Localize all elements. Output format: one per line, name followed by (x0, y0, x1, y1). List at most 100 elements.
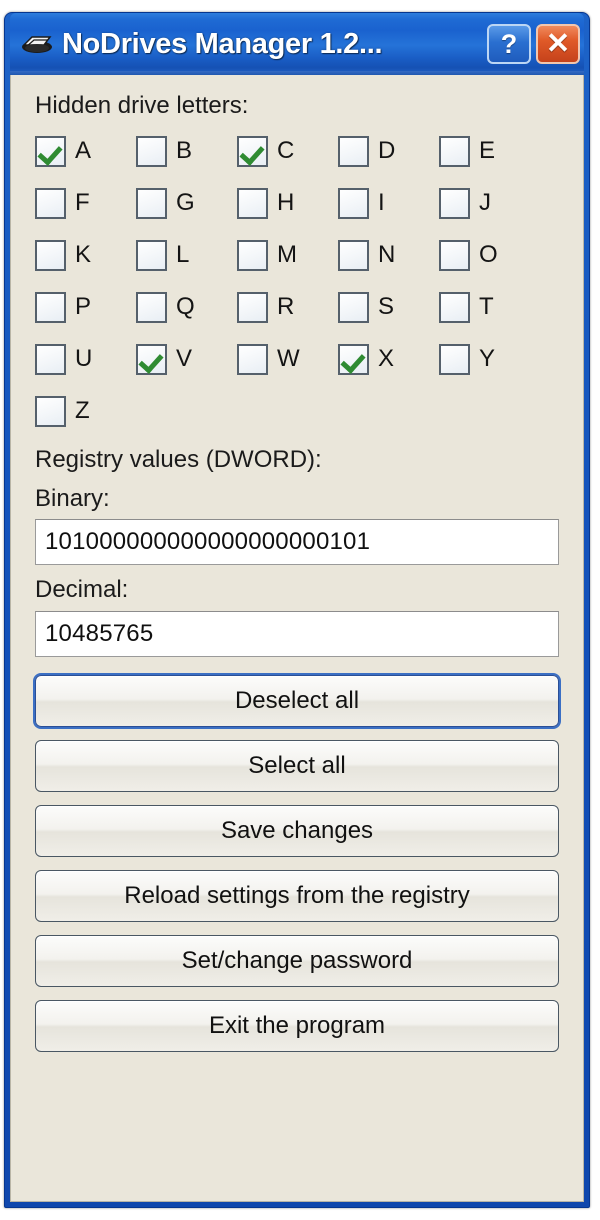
button-save-changes[interactable]: Save changes (35, 804, 559, 857)
drive-letter-label: L (176, 241, 190, 269)
drive-icon (20, 31, 54, 57)
checkbox-unchecked-icon[interactable] (338, 187, 369, 219)
checkbox-unchecked-icon[interactable] (439, 187, 470, 219)
drive-letter-label: W (277, 345, 300, 373)
drive-checkbox-l[interactable]: L (136, 235, 237, 275)
checkbox-unchecked-icon[interactable] (136, 187, 167, 219)
drive-checkbox-z[interactable]: Z (35, 391, 136, 431)
button-deselect-all[interactable]: Deselect all (35, 674, 559, 727)
application-window: NoDrives Manager 1.2... ? ✕ Hidden drive… (4, 12, 590, 1208)
drive-checkbox-j[interactable]: J (439, 183, 540, 223)
button-label: Save changes (220, 816, 374, 844)
drive-checkbox-d[interactable]: D (338, 131, 439, 171)
drive-checkbox-q[interactable]: Q (136, 287, 237, 327)
drive-checkbox-n[interactable]: N (338, 235, 439, 275)
drive-checkbox-f[interactable]: F (35, 183, 136, 223)
title-bar[interactable]: NoDrives Manager 1.2... ? ✕ (10, 13, 584, 75)
drive-checkbox-e[interactable]: E (439, 131, 540, 171)
checkbox-unchecked-icon[interactable] (237, 343, 268, 375)
drive-letter-label: D (378, 137, 396, 165)
binary-label: Binary: (35, 484, 110, 512)
drive-checkbox-m[interactable]: M (237, 235, 338, 275)
drive-checkbox-o[interactable]: O (439, 235, 540, 275)
drive-letter-label: B (176, 137, 193, 165)
drive-checkbox-h[interactable]: H (237, 183, 338, 223)
action-button-stack: Deselect all Select all Save changes Reload… (35, 674, 559, 1052)
button-exit-the-program[interactable]: Exit the program (35, 999, 559, 1052)
checkbox-unchecked-icon[interactable] (35, 395, 66, 427)
button-select-all[interactable]: Select all (35, 739, 559, 792)
help-button-label: ? (500, 28, 518, 59)
checkbox-unchecked-icon[interactable] (439, 135, 470, 167)
drive-letter-label: A (75, 137, 92, 165)
drive-checkbox-s[interactable]: S (338, 287, 439, 327)
drive-letter-label: S (378, 293, 395, 321)
button-reload-settings-from-the-registry[interactable]: Reload settings from the registry (35, 869, 559, 922)
drive-letter-label: Q (176, 293, 195, 321)
drive-letter-label: H (277, 189, 295, 217)
drive-letter-label: X (378, 345, 395, 373)
button-set-change-password[interactable]: Set/change password (35, 934, 559, 987)
drive-checkbox-p[interactable]: P (35, 287, 136, 327)
button-label: Exit the program (208, 1011, 386, 1039)
button-label: Set/change password (181, 946, 413, 974)
drive-letter-label: T (479, 293, 494, 321)
drive-checkbox-a[interactable]: A (35, 131, 136, 171)
checkbox-unchecked-icon[interactable] (338, 135, 369, 167)
drive-checkbox-y[interactable]: Y (439, 339, 540, 379)
hidden-drives-heading: Hidden drive letters: (35, 92, 249, 119)
drive-checkbox-v[interactable]: V (136, 339, 237, 379)
decimal-input[interactable]: 10485765 (35, 610, 559, 657)
drive-checkbox-u[interactable]: U (35, 339, 136, 379)
checkbox-unchecked-icon[interactable] (35, 291, 66, 323)
checkbox-checked-icon[interactable] (136, 343, 167, 375)
checkbox-unchecked-icon[interactable] (439, 291, 470, 323)
drive-letter-label: V (176, 345, 193, 373)
drive-letter-label: Z (75, 397, 90, 425)
decimal-label: Decimal: (35, 576, 129, 604)
checkbox-unchecked-icon[interactable] (35, 343, 66, 375)
checkbox-unchecked-icon[interactable] (338, 239, 369, 271)
checkbox-unchecked-icon[interactable] (136, 239, 167, 271)
close-icon: ✕ (545, 27, 571, 60)
checkbox-checked-icon[interactable] (35, 135, 66, 167)
window-title: NoDrives Manager 1.2... (62, 28, 383, 60)
drive-letter-label: M (277, 241, 297, 269)
drive-checkbox-b[interactable]: B (136, 131, 237, 171)
checkbox-checked-icon[interactable] (237, 135, 268, 167)
checkbox-unchecked-icon[interactable] (136, 291, 167, 323)
drive-letter-label: J (479, 189, 491, 217)
drive-letter-label: F (75, 189, 90, 217)
checkbox-unchecked-icon[interactable] (35, 187, 66, 219)
drive-letter-label: K (75, 241, 92, 269)
drive-letter-label: E (479, 137, 496, 165)
checkbox-unchecked-icon[interactable] (136, 135, 167, 167)
help-button[interactable]: ? (487, 24, 531, 64)
drive-checkbox-c[interactable]: C (237, 131, 338, 171)
drive-letter-label: U (75, 345, 93, 373)
checkbox-unchecked-icon[interactable] (439, 343, 470, 375)
drive-checkbox-t[interactable]: T (439, 287, 540, 327)
drive-checkbox-x[interactable]: X (338, 339, 439, 379)
drive-letter-label: C (277, 137, 295, 165)
button-label: Reload settings from the registry (124, 881, 470, 909)
drive-letter-grid: A B C D E F G H I J K L M N O P Q R S T U V W X Y Z (35, 131, 559, 431)
drive-checkbox-g[interactable]: G (136, 183, 237, 223)
drive-checkbox-k[interactable]: K (35, 235, 136, 275)
checkbox-unchecked-icon[interactable] (237, 291, 268, 323)
button-label: Select all (248, 751, 346, 779)
drive-letter-label: I (378, 189, 385, 217)
checkbox-unchecked-icon[interactable] (338, 291, 369, 323)
drive-letter-label: R (277, 293, 295, 321)
drive-checkbox-w[interactable]: W (237, 339, 338, 379)
binary-input[interactable]: 101000000000000000000101 (35, 519, 559, 566)
drive-letter-label: N (378, 241, 396, 269)
drive-checkbox-i[interactable]: I (338, 183, 439, 223)
checkbox-unchecked-icon[interactable] (35, 239, 66, 271)
checkbox-unchecked-icon[interactable] (237, 239, 268, 271)
checkbox-unchecked-icon[interactable] (237, 187, 268, 219)
close-button[interactable]: ✕ (536, 24, 580, 64)
checkbox-unchecked-icon[interactable] (439, 239, 470, 271)
drive-checkbox-r[interactable]: R (237, 287, 338, 327)
checkbox-checked-icon[interactable] (338, 343, 369, 375)
